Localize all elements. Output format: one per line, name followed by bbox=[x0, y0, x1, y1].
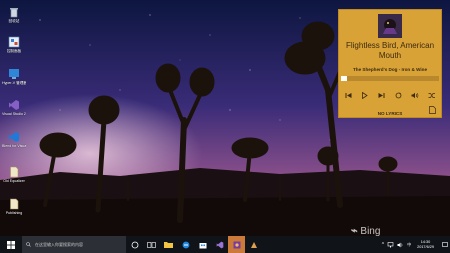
music-player-widget: Flightless Bird, American Mouth The Shep… bbox=[338, 9, 442, 118]
album-art-image bbox=[378, 14, 402, 38]
desktop-icon-visual-studio[interactable]: Visual Studio 2017 bbox=[2, 99, 26, 116]
desktop-icon-control-panel[interactable]: 控制面板 bbox=[2, 36, 26, 53]
play-button[interactable] bbox=[360, 90, 370, 100]
desktop-icon-blend[interactable]: Blend for Visual... bbox=[2, 131, 26, 148]
repeat-icon bbox=[395, 92, 402, 98]
volume-tray-icon[interactable] bbox=[397, 242, 404, 248]
progress-fill bbox=[341, 76, 347, 81]
shuffle-icon bbox=[428, 92, 435, 98]
action-center-button[interactable] bbox=[440, 236, 450, 253]
taskbar-visual-studio[interactable] bbox=[211, 236, 228, 253]
visual-studio-icon bbox=[216, 241, 223, 248]
network-icon[interactable] bbox=[387, 241, 394, 248]
album-art bbox=[378, 14, 402, 38]
cortana-button[interactable] bbox=[126, 236, 143, 253]
taskbar-edge[interactable] bbox=[177, 236, 194, 253]
folder-icon bbox=[164, 242, 173, 248]
desktop-icon-hyperv-manager[interactable]: Hyper-V 管理器 bbox=[2, 68, 26, 85]
blend-icon bbox=[9, 132, 19, 142]
paint-icon bbox=[250, 241, 257, 248]
visual-studio-icon bbox=[9, 100, 19, 110]
volume-icon bbox=[411, 92, 419, 98]
control-panel-icon bbox=[8, 36, 20, 48]
taskbar-search-box[interactable]: 在这里输入你要搜索的内容 bbox=[22, 236, 126, 253]
desktop-icon-label: Hyper-V 管理器 bbox=[2, 81, 26, 85]
play-icon bbox=[362, 91, 369, 99]
task-view-button[interactable] bbox=[143, 236, 160, 253]
desktop-icon-old-equalizer[interactable]: Old Equalizer bbox=[2, 166, 26, 183]
taskbar-app-extra[interactable] bbox=[245, 236, 262, 253]
document-icon bbox=[10, 166, 19, 178]
desktop-icon-label: Publishing bbox=[5, 211, 23, 215]
taskbar-clock[interactable]: 14:30 2017/6/29 bbox=[417, 240, 434, 249]
cortana-icon bbox=[131, 241, 138, 248]
desktop-icon-recycle-bin[interactable]: 回收站 bbox=[2, 6, 26, 23]
notification-icon bbox=[442, 241, 448, 247]
track-title: Flightless Bird, American Mouth bbox=[345, 41, 435, 60]
input-method-icon[interactable]: 中 bbox=[407, 242, 411, 248]
store-icon bbox=[199, 242, 206, 248]
next-icon bbox=[378, 92, 385, 98]
previous-button[interactable] bbox=[343, 90, 353, 100]
next-button[interactable] bbox=[377, 90, 387, 100]
desktop-icon-label: Visual Studio 2017 bbox=[2, 112, 26, 116]
playback-controls bbox=[343, 90, 437, 100]
desktop-icon-label: 回收站 bbox=[8, 19, 20, 23]
taskbar-store[interactable] bbox=[194, 236, 211, 253]
taskbar: 在这里输入你要搜索的内容 ^ 中 14:30 2017/6/29 bbox=[0, 236, 450, 253]
desktop-icon-publishing[interactable]: Publishing bbox=[2, 198, 26, 215]
clock-date: 2017/6/29 bbox=[417, 244, 434, 249]
previous-icon bbox=[345, 92, 351, 98]
edge-icon bbox=[182, 241, 189, 248]
lyrics-document-icon[interactable] bbox=[429, 106, 436, 114]
document-icon bbox=[10, 198, 19, 210]
taskbar-music-player[interactable] bbox=[228, 236, 245, 253]
windows-logo-icon bbox=[7, 240, 15, 249]
lyrics-status: NO LYRICS bbox=[377, 111, 403, 116]
system-tray: ^ 中 14:30 2017/6/29 bbox=[382, 236, 450, 253]
track-artist: The Shepherd's Dog - Iron & Wine bbox=[352, 67, 428, 72]
progress-bar[interactable] bbox=[341, 76, 439, 81]
taskbar-file-explorer[interactable] bbox=[160, 236, 177, 253]
desktop-icon-label: 控制面板 bbox=[6, 49, 22, 53]
shuffle-button[interactable] bbox=[427, 90, 437, 100]
recycle-bin-icon bbox=[10, 8, 18, 18]
desktop-icon-label: Blend for Visual... bbox=[2, 144, 26, 148]
volume-button[interactable] bbox=[410, 90, 420, 100]
desktop-icon-label: Old Equalizer bbox=[3, 179, 25, 183]
search-placeholder: 在这里输入你要搜索的内容 bbox=[35, 241, 83, 247]
search-icon bbox=[26, 242, 31, 247]
repeat-button[interactable] bbox=[393, 90, 403, 100]
start-button[interactable] bbox=[0, 236, 22, 253]
music-app-icon bbox=[233, 241, 240, 248]
tray-chevron-up-icon[interactable]: ^ bbox=[382, 242, 384, 248]
task-view-icon bbox=[147, 241, 156, 248]
hyperv-manager-icon bbox=[9, 69, 19, 79]
